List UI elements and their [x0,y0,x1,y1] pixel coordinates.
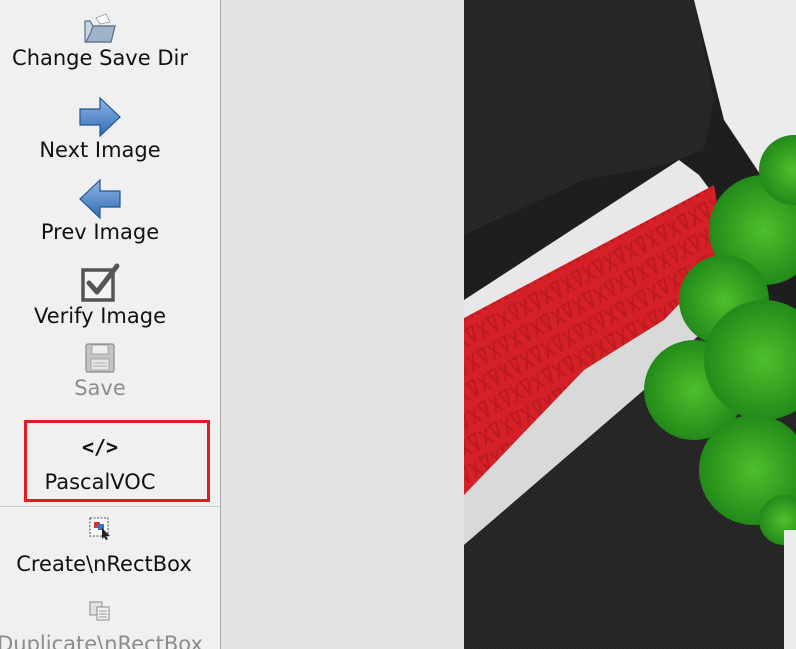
photo-image [464,0,796,649]
checkbox-check-icon [81,263,120,302]
pascal-voc-button[interactable]: </> PascalVOC [0,432,200,494]
toolbar-divider [0,506,220,507]
save-label: Save [74,376,126,400]
create-rectbox-button[interactable]: Create\nRectBox [0,516,200,576]
floppy-disk-icon [85,343,115,373]
next-image-label: Next Image [39,138,161,162]
verify-image-button[interactable]: Verify Image [0,262,200,328]
photo-being-labeled[interactable] [464,0,796,649]
code-tag-icon: </> [81,435,119,459]
duplicate-rectbox-icon [89,601,110,621]
create-rectbox-label: Create\nRectBox [16,552,192,576]
duplicate-rectbox-button[interactable]: Duplicate\nRectBox [0,600,203,649]
verify-image-label: Verify Image [33,304,167,328]
duplicate-rectbox-label: Duplicate\nRectBox [0,632,203,649]
change-save-dir-button[interactable]: Change Save Dir [0,12,200,70]
arrow-right-icon [79,96,121,138]
prev-image-label: Prev Image [40,220,160,244]
next-image-button[interactable]: Next Image [0,96,200,162]
folder-open-icon [84,13,116,43]
create-rectbox-icon [89,517,110,540]
change-save-dir-label: Change Save Dir [12,46,188,70]
prev-image-button[interactable]: Prev Image [0,178,200,244]
save-button[interactable]: Save [0,342,200,400]
arrow-left-icon [79,178,121,220]
left-toolbar: Change Save Dir Next Image Prev Image Ve… [0,0,221,649]
pascal-voc-label: PascalVOC [44,470,156,494]
